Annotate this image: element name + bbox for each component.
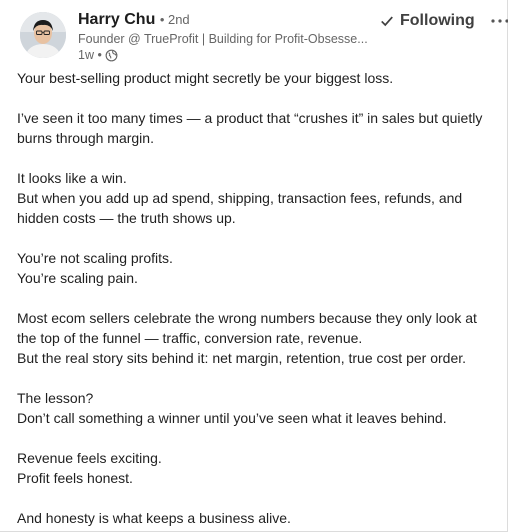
globe-icon (105, 49, 118, 62)
post-paragraph: Revenue feels exciting. Profit feels hone… (17, 448, 497, 488)
following-label: Following (400, 12, 475, 29)
post-text-line: It looks like a win. (17, 170, 127, 186)
post-text-line: Profit feels honest. (17, 470, 133, 486)
post-body: Your best-selling product might secretly… (17, 68, 497, 528)
author-avatar[interactable] (20, 12, 66, 58)
feed-post: Harry Chu • 2nd Founder @ TrueProfit | B… (0, 0, 508, 532)
post-text-line: But when you add up ad spend, shipping, … (17, 190, 463, 206)
post-paragraph: And honesty is what keeps a business ali… (17, 508, 497, 528)
post-text-line: Your best-selling product might secretly… (17, 70, 394, 86)
post-text-line: I’ve seen it too many times — a product … (17, 110, 483, 126)
post-text-line: Most ecom sellers celebrate the wrong nu… (17, 310, 477, 326)
post-paragraph: It looks like a win. But when you add up … (17, 168, 497, 228)
author-meta: Harry Chu • 2nd Founder @ TrueProfit | B… (78, 10, 378, 63)
checkmark-icon (381, 16, 393, 27)
post-paragraph: Most ecom sellers celebrate the wrong nu… (17, 308, 497, 368)
post-paragraph: Your best-selling product might secretly… (17, 68, 497, 88)
post-text-line: hidden costs — the truth shows up. (17, 210, 236, 226)
more-horizontal-icon (491, 19, 508, 23)
post-text-line: Revenue feels exciting. (17, 450, 162, 466)
author-headline: Founder @ TrueProfit | Building for Prof… (78, 32, 368, 46)
post-text-line: The lesson? (17, 390, 94, 406)
author-name[interactable]: Harry Chu (78, 11, 155, 28)
post-paragraph: You’re not scaling profits. You’re scalin… (17, 248, 497, 288)
post-text-line: But the real story sits behind it: net m… (17, 350, 467, 366)
author-name-row: Harry Chu • 2nd (78, 10, 378, 30)
post-paragraph: I’ve seen it too many times — a product … (17, 108, 497, 148)
avatar-photo (20, 12, 66, 58)
connection-degree: • 2nd (159, 12, 190, 27)
post-text-line: And honesty is what keeps a business ali… (17, 510, 291, 526)
post-text-line: You’re scaling pain. (17, 270, 138, 286)
post-text-line: burns through margin. (17, 130, 154, 146)
post-text-line: Don’t call something a winner until you’… (17, 410, 447, 426)
post-text-line: the top of the funnel — traffic, convers… (17, 330, 363, 346)
post-text-line: You’re not scaling profits. (17, 250, 173, 266)
more-options-button[interactable] (488, 12, 508, 30)
post-time: 1w • (78, 48, 102, 62)
post-header: Harry Chu • 2nd Founder @ TrueProfit | B… (20, 10, 508, 64)
post-paragraph: The lesson? Don’t call something a winner… (17, 388, 497, 428)
following-button[interactable]: Following (380, 10, 475, 32)
post-timestamp: 1w • (78, 47, 378, 63)
